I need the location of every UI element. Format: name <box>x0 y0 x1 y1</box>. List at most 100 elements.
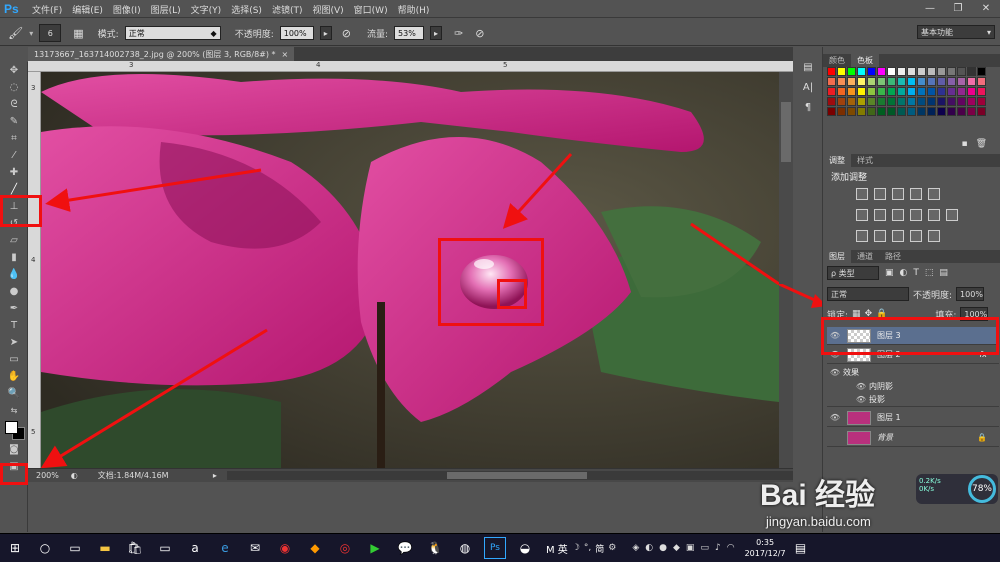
eye-icon[interactable]: 👁 <box>853 382 869 391</box>
color-swatch[interactable] <box>967 77 976 86</box>
filter-pixel-icon[interactable]: ▣ <box>885 268 894 278</box>
horizontal-scrollbar[interactable] <box>226 471 793 480</box>
color-swatch[interactable] <box>937 97 946 106</box>
pressure-size-icon[interactable]: ⊘ <box>475 27 484 40</box>
color-swatch[interactable] <box>897 87 906 96</box>
color-swatch[interactable] <box>907 87 916 96</box>
tab-layers[interactable]: 图层 <box>823 250 851 263</box>
color-swatch[interactable] <box>967 87 976 96</box>
color-swatch[interactable] <box>857 87 866 96</box>
color-swatch[interactable] <box>947 107 956 116</box>
color-swatch[interactable] <box>847 97 856 106</box>
color-swatch[interactable] <box>927 87 936 96</box>
color-swatch[interactable] <box>977 87 986 96</box>
color-swatch[interactable] <box>917 77 926 86</box>
color-swatch[interactable] <box>947 67 956 76</box>
color-swatch[interactable] <box>927 77 936 86</box>
menu-type[interactable]: 文字(Y) <box>191 3 222 16</box>
color-swatch[interactable] <box>907 97 916 106</box>
rectangle-tool-icon[interactable]: ▭ <box>3 351 25 368</box>
menu-image[interactable]: 图像(I) <box>113 3 141 16</box>
channel-mixer-icon[interactable] <box>928 209 940 221</box>
status-menu-arrow-icon[interactable]: ▸ <box>213 471 217 480</box>
airbrush-icon[interactable]: ✑ <box>454 27 463 40</box>
color-swatch[interactable] <box>887 67 896 76</box>
volume-icon[interactable]: ♪ <box>715 543 721 553</box>
color-swatch[interactable] <box>837 107 846 116</box>
mail-icon[interactable]: ✉ <box>244 537 266 559</box>
qq-icon[interactable]: 🐧 <box>424 537 446 559</box>
color-swatch[interactable] <box>887 77 896 86</box>
flow-dropdown-icon[interactable]: ▸ <box>430 26 443 40</box>
hue-saturation-icon[interactable] <box>856 209 868 221</box>
effect-inner-shadow-row[interactable]: 👁 内阴影 <box>827 379 999 393</box>
flow-field[interactable]: 53% <box>394 26 425 40</box>
brush-size-picker[interactable]: 6 <box>39 24 62 42</box>
color-swatch[interactable] <box>837 87 846 96</box>
color-swatch[interactable] <box>877 97 886 106</box>
effect-drop-shadow-row[interactable]: 👁 投影 <box>827 393 999 407</box>
pen-tool-icon[interactable]: ✒ <box>3 300 25 317</box>
color-swatch[interactable] <box>957 87 966 96</box>
color-swatch[interactable] <box>957 97 966 106</box>
eyedropper-tool-icon[interactable]: ⁄ <box>3 147 25 164</box>
color-swatch[interactable] <box>827 67 836 76</box>
color-swatch[interactable] <box>897 77 906 86</box>
brush-tool-preset-icon[interactable]: 🖌 <box>8 26 23 40</box>
layer-row-1[interactable]: 👁 图层 1 <box>827 409 999 427</box>
shield-icon[interactable]: ◈ <box>632 543 639 553</box>
app-orange-icon[interactable]: ◆ <box>304 537 326 559</box>
close-button[interactable]: ✕ <box>972 0 1000 16</box>
paragraph-panel-icon[interactable]: ¶ <box>796 102 820 122</box>
eye-icon[interactable]: 👁 <box>827 413 843 422</box>
menu-filter[interactable]: 滤镜(T) <box>272 3 303 16</box>
color-swatch[interactable] <box>877 67 886 76</box>
tray-app-icon[interactable]: ▣ <box>686 543 695 553</box>
blur-tool-icon[interactable]: 💧 <box>3 266 25 283</box>
color-swatch[interactable] <box>927 67 936 76</box>
color-swatch[interactable] <box>827 87 836 96</box>
color-swatch[interactable] <box>977 97 986 106</box>
character-panel-icon[interactable]: A| <box>796 82 820 102</box>
vibrance-icon[interactable] <box>928 188 940 200</box>
color-swatch[interactable] <box>897 97 906 106</box>
tray-app-icon[interactable]: ● <box>659 543 667 553</box>
threshold-icon[interactable] <box>892 230 904 242</box>
wifi-icon[interactable]: ◠ <box>727 543 735 553</box>
effects-row[interactable]: 👁 效果 <box>827 365 999 379</box>
netease-music-icon[interactable]: ◉ <box>274 537 296 559</box>
color-swatch[interactable] <box>847 67 856 76</box>
restore-button[interactable]: ❐ <box>944 0 972 16</box>
document-tab[interactable]: 13173667_163714002738_2.jpg @ 200% (图层 3… <box>28 47 295 61</box>
color-swatch[interactable] <box>857 97 866 106</box>
tray-app-icon[interactable]: ◆ <box>673 543 680 553</box>
edge-browser-icon[interactable]: e <box>214 537 236 559</box>
selective-color-icon[interactable] <box>928 230 940 242</box>
quick-select-tool-icon[interactable]: ✎ <box>3 113 25 130</box>
minimize-button[interactable]: — <box>916 0 944 16</box>
tab-paths[interactable]: 路径 <box>879 250 907 263</box>
menu-select[interactable]: 选择(S) <box>231 3 262 16</box>
tab-adjustments[interactable]: 调整 <box>823 154 851 167</box>
color-swatch[interactable] <box>977 107 986 116</box>
app-globe-icon[interactable]: ◒ <box>514 537 536 559</box>
move-tool-icon[interactable]: ✥ <box>3 62 25 79</box>
menu-layer[interactable]: 图层(L) <box>151 3 181 16</box>
color-swatch[interactable] <box>947 87 956 96</box>
color-swatch[interactable] <box>917 107 926 116</box>
color-swatch[interactable] <box>827 77 836 86</box>
gradient-tool-icon[interactable]: ▮ <box>3 249 25 266</box>
color-swatch[interactable] <box>917 67 926 76</box>
menu-edit[interactable]: 编辑(E) <box>72 3 103 16</box>
color-swatch[interactable] <box>897 107 906 116</box>
color-swatch[interactable] <box>907 77 916 86</box>
color-swatch[interactable] <box>867 77 876 86</box>
app-red-icon[interactable]: ◎ <box>334 537 356 559</box>
ime-indicator[interactable]: M 英 <box>546 541 568 556</box>
color-swatch[interactable] <box>847 107 856 116</box>
color-swatch[interactable] <box>877 77 886 86</box>
color-swatch[interactable] <box>937 87 946 96</box>
color-swatch[interactable] <box>847 77 856 86</box>
store-icon[interactable]: 🛍 <box>124 537 146 559</box>
layer-filter-select[interactable]: ρ 类型 <box>827 266 879 280</box>
